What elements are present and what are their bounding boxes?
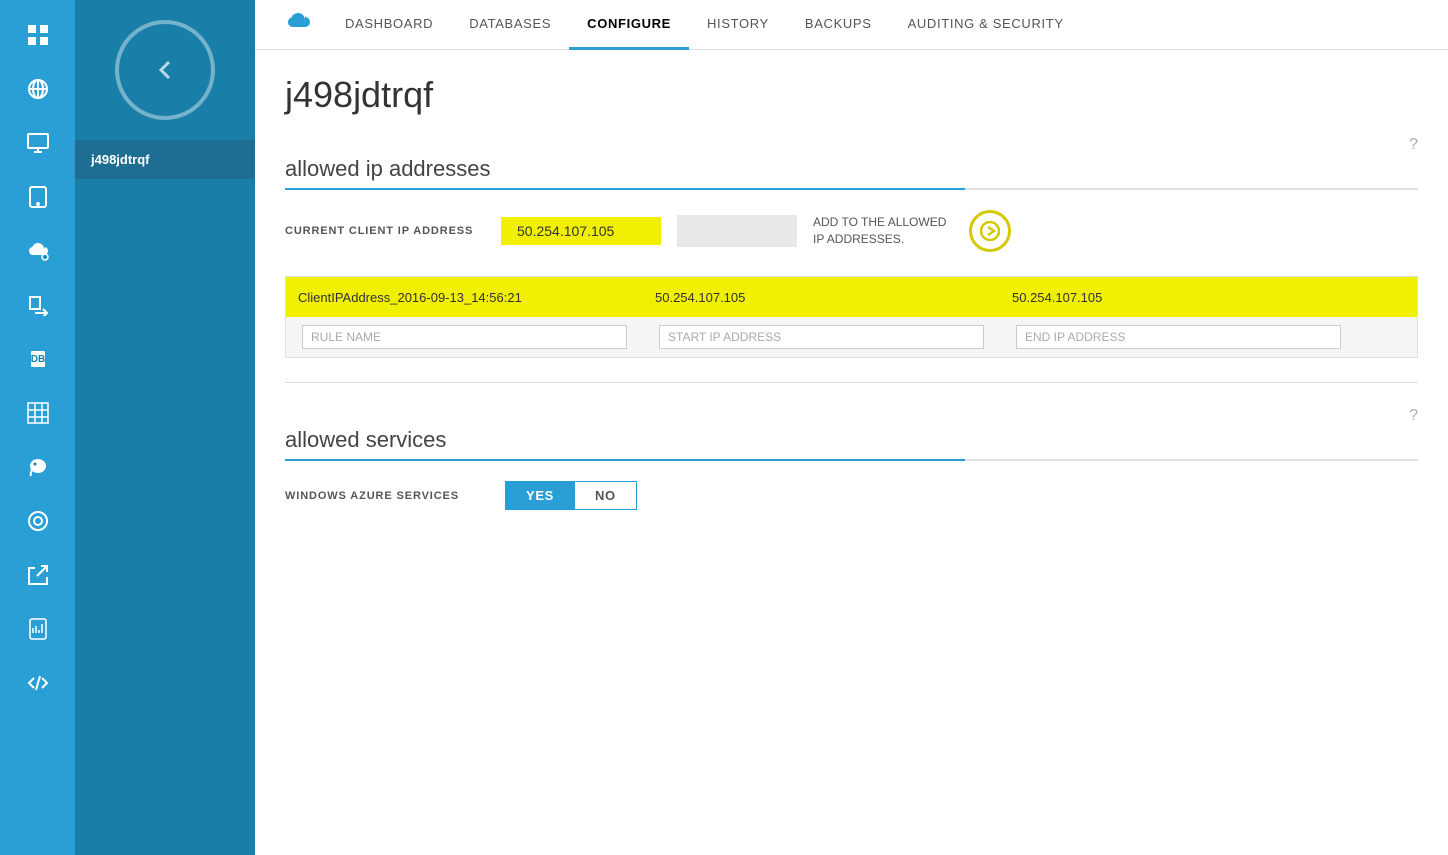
allowed-services-header: allowed services ? [285, 407, 1418, 459]
cloud-nav-icon [285, 12, 311, 38]
export2-icon[interactable] [13, 550, 63, 600]
nav-server-name[interactable]: j498jdtrqf [75, 140, 255, 179]
add-ip-button[interactable] [969, 210, 1011, 252]
tab-backups[interactable]: BACKUPS [787, 0, 890, 50]
ip-table: ClientIPAddress_2016-09-13_14:56:21 50.2… [285, 276, 1418, 358]
client-ip-row: CURRENT CLIENT IP ADDRESS 50.254.107.105… [285, 210, 1418, 252]
ip-table-row: ClientIPAddress_2016-09-13_14:56:21 50.2… [286, 277, 1417, 317]
client-ip-empty [677, 215, 797, 247]
grid-icon[interactable] [13, 10, 63, 60]
windows-azure-label: WINDOWS AZURE SERVICES [285, 490, 485, 502]
end-ip-input-cell [1000, 317, 1357, 357]
input-row-actions [1357, 333, 1417, 341]
main-content: DASHBOARD DATABASES CONFIGURE HISTORY BA… [255, 0, 1448, 855]
content-area: allowed ip addresses ? CURRENT CLIENT IP… [255, 126, 1448, 540]
page-title: j498jdtrqf [255, 50, 1448, 126]
rule-name-input-cell [286, 317, 643, 357]
back-button[interactable] [115, 20, 215, 120]
allowed-ip-help-icon[interactable]: ? [1409, 136, 1418, 154]
allowed-ip-title: allowed ip addresses [285, 156, 490, 182]
end-ip-cell: 50.254.107.105 [1000, 282, 1357, 313]
tab-databases[interactable]: DATABASES [451, 0, 569, 50]
import-icon[interactable] [13, 280, 63, 330]
services-row: WINDOWS AZURE SERVICES YES NO [285, 481, 1418, 510]
mobile-chart-icon[interactable] [13, 604, 63, 654]
allowed-services-title: allowed services [285, 427, 446, 453]
sidebar: DB [0, 0, 75, 855]
yes-button[interactable]: YES [505, 481, 575, 510]
yes-no-toggle: YES NO [505, 481, 637, 510]
tab-auditing[interactable]: AUDITING & SECURITY [890, 0, 1082, 50]
allowed-ip-section-header: allowed ip addresses ? [285, 136, 1418, 188]
allowed-ip-divider [285, 188, 1418, 190]
ip-table-input-row [286, 317, 1417, 357]
database-icon[interactable]: DB [13, 334, 63, 384]
top-nav: DASHBOARD DATABASES CONFIGURE HISTORY BA… [255, 0, 1448, 50]
client-ip-value: 50.254.107.105 [501, 217, 661, 245]
nav-panel: j498jdtrqf [75, 0, 255, 855]
grid3-icon[interactable] [13, 388, 63, 438]
rule-name-cell: ClientIPAddress_2016-09-13_14:56:21 [286, 282, 643, 313]
preview-icon[interactable] [13, 496, 63, 546]
code-icon[interactable] [13, 658, 63, 708]
start-ip-input[interactable] [659, 325, 984, 349]
add-ip-text: ADD TO THE ALLOWED IP ADDRESSES. [813, 214, 953, 248]
svg-text:DB: DB [30, 354, 44, 365]
row-actions [1357, 289, 1417, 305]
cloud-gear-icon[interactable] [13, 226, 63, 276]
section-separator [285, 382, 1418, 383]
elephant-icon[interactable] [13, 442, 63, 492]
tablet-icon[interactable] [13, 172, 63, 222]
allowed-services-help-icon[interactable]: ? [1409, 407, 1418, 425]
globe-icon[interactable] [13, 64, 63, 114]
allowed-services-divider [285, 459, 1418, 461]
no-button[interactable]: NO [575, 481, 637, 510]
rule-name-input[interactable] [302, 325, 627, 349]
end-ip-input[interactable] [1016, 325, 1341, 349]
tab-history[interactable]: HISTORY [689, 0, 787, 50]
start-ip-input-cell [643, 317, 1000, 357]
client-ip-label: CURRENT CLIENT IP ADDRESS [285, 225, 485, 237]
monitor-icon[interactable] [13, 118, 63, 168]
tab-dashboard[interactable]: DASHBOARD [327, 0, 451, 50]
tab-configure[interactable]: CONFIGURE [569, 0, 689, 50]
start-ip-cell: 50.254.107.105 [643, 282, 1000, 313]
